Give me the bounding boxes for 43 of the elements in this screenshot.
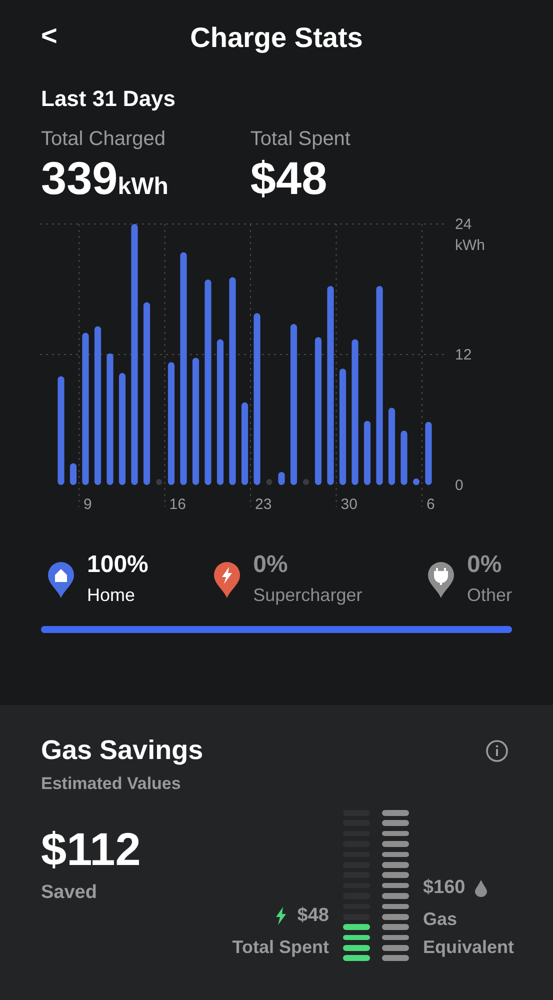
screen-title: Charge Stats	[190, 22, 363, 54]
stat-label: Total Spent	[250, 128, 350, 151]
x-tick-label: 23	[255, 496, 272, 513]
y-tick-label: 0	[455, 476, 464, 494]
bar	[400, 430, 408, 485]
share-percent: 0%	[253, 550, 289, 579]
bar	[425, 422, 432, 485]
bar	[70, 462, 77, 485]
gas-value: $160	[422, 877, 466, 900]
stat-value: 339kWh	[41, 153, 168, 204]
stat-label: Total Charged	[41, 128, 167, 151]
x-tick-label: 30	[340, 496, 358, 513]
info-icon[interactable]	[485, 738, 509, 762]
zero-dot	[266, 478, 272, 485]
stat-value: $48	[250, 153, 328, 204]
savings-label: Saved	[41, 882, 98, 904]
section-title: Gas Savings	[41, 735, 204, 766]
x-tick-label: 9	[84, 496, 92, 513]
zero-dot	[156, 478, 162, 485]
gas-label: Gas	[422, 908, 458, 932]
drop-icon	[475, 880, 488, 897]
y-axis-unit: kWh	[455, 236, 485, 254]
x-tick-label: 6	[426, 496, 435, 513]
y-tick-label: 24	[455, 216, 472, 233]
source-label: Other	[466, 584, 512, 606]
source-label: Home	[87, 584, 136, 606]
savings-amount: $112	[41, 822, 141, 876]
share-percent: 100%	[87, 550, 148, 579]
zero-dot	[303, 478, 309, 485]
bolt-icon	[275, 907, 288, 926]
period-label: Last 31 Days	[41, 86, 177, 112]
y-tick-label: 12	[455, 346, 472, 364]
gas-label: Equivalent	[422, 936, 514, 960]
share-percent: 0%	[466, 550, 503, 579]
bar	[412, 478, 420, 485]
back-button[interactable]: <	[37, 20, 62, 52]
x-tick-label: 16	[169, 496, 186, 513]
spent-label: Total Spent	[232, 936, 329, 960]
section-subtitle: Estimated Values	[41, 774, 182, 794]
source-label: Supercharger	[253, 584, 362, 606]
spent-value: $48	[297, 905, 329, 928]
bar	[364, 420, 371, 485]
bar	[278, 472, 285, 485]
